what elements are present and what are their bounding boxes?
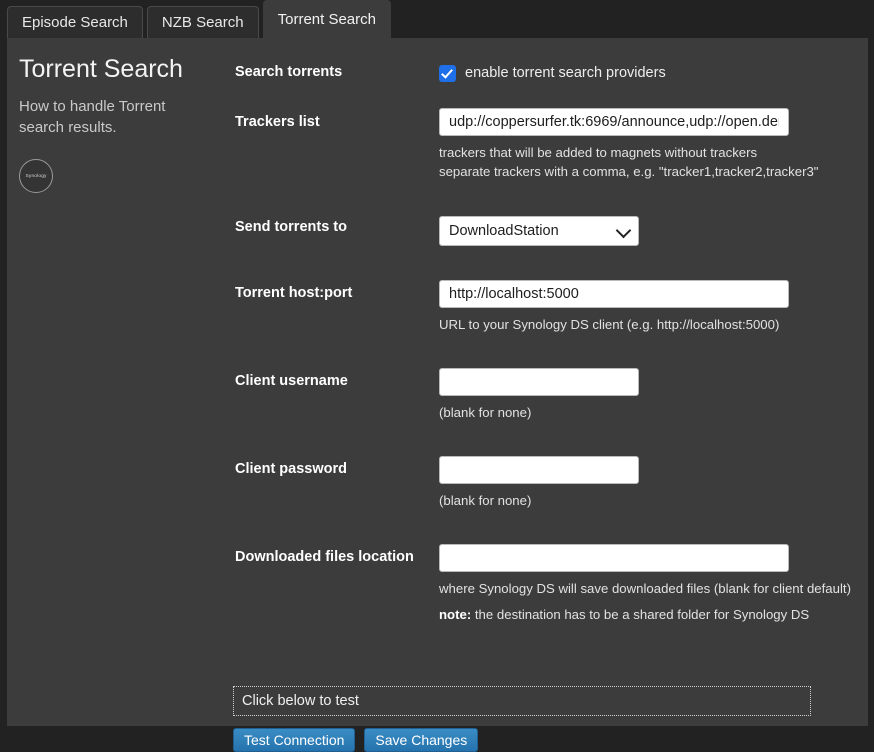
save-changes-label: Save Changes: [375, 733, 467, 747]
trackers-list-help-line-2: separate trackers with a comma, e.g. "tr…: [439, 162, 859, 181]
enable-torrent-search-label: enable torrent search providers: [465, 66, 666, 81]
sidebar: Torrent Search How to handle Torrent sea…: [19, 56, 219, 193]
label-client-password: Client password: [235, 461, 435, 478]
downloaded-files-location-help: where Synology DS will save downloaded f…: [439, 579, 859, 624]
label-search-torrents: Search torrents: [235, 64, 435, 81]
note-prefix: note:: [439, 607, 471, 622]
client-password-help: (blank for none): [439, 491, 859, 510]
torrent-host-port-input[interactable]: [439, 280, 789, 308]
downloaded-files-location-note: note: the destination has to be a shared…: [439, 605, 859, 624]
synology-logo-label: Synology: [25, 173, 46, 179]
tab-episode-search[interactable]: Episode Search: [7, 6, 143, 38]
note-text: the destination has to be a shared folde…: [471, 607, 809, 622]
page-content: Torrent Search How to handle Torrent sea…: [7, 38, 868, 726]
test-connection-button[interactable]: Test Connection: [233, 728, 355, 752]
tab-label: Torrent Search: [278, 12, 376, 27]
trackers-list-help-line-1: trackers that will be added to magnets w…: [439, 143, 859, 162]
app-window: Episode Search NZB Search Torrent Search…: [0, 0, 874, 726]
client-username-help: (blank for none): [439, 403, 859, 422]
save-changes-button[interactable]: Save Changes: [364, 728, 478, 752]
send-torrents-to-select[interactable]: DownloadStation: [439, 216, 639, 246]
trackers-list-input[interactable]: [439, 108, 789, 136]
client-password-input[interactable]: [439, 456, 639, 484]
test-connection-label: Test Connection: [244, 733, 344, 747]
client-username-input[interactable]: [439, 368, 639, 396]
downloaded-files-location-input[interactable]: [439, 544, 789, 572]
trackers-list-help: trackers that will be added to magnets w…: [439, 143, 859, 181]
button-row: Test Connection Save Changes: [233, 728, 478, 752]
tab-bar: Episode Search NZB Search Torrent Search: [0, 0, 874, 38]
page-description: How to handle Torrent search results.: [19, 96, 209, 140]
synology-logo-icon: Synology: [19, 159, 53, 193]
downloaded-files-location-help-line: where Synology DS will save downloaded f…: [439, 579, 859, 598]
settings-form: Search torrents enable torrent search pr…: [227, 38, 867, 726]
tab-label: NZB Search: [162, 15, 244, 30]
tab-label: Episode Search: [22, 15, 128, 30]
enable-torrent-search-checkbox[interactable]: [439, 65, 456, 82]
test-status-box: Click below to test: [233, 686, 811, 716]
page-title: Torrent Search: [19, 56, 219, 84]
test-status-text: Click below to test: [242, 693, 359, 709]
torrent-host-port-help: URL to your Synology DS client (e.g. htt…: [439, 315, 859, 334]
label-send-torrents-to: Send torrents to: [235, 219, 435, 236]
tab-torrent-search[interactable]: Torrent Search: [263, 0, 391, 38]
label-trackers-list: Trackers list: [235, 114, 435, 131]
label-downloaded-files-location: Downloaded files location: [235, 549, 435, 566]
label-torrent-host-port: Torrent host:port: [235, 285, 435, 302]
label-client-username: Client username: [235, 373, 435, 390]
tab-nzb-search[interactable]: NZB Search: [147, 6, 259, 38]
